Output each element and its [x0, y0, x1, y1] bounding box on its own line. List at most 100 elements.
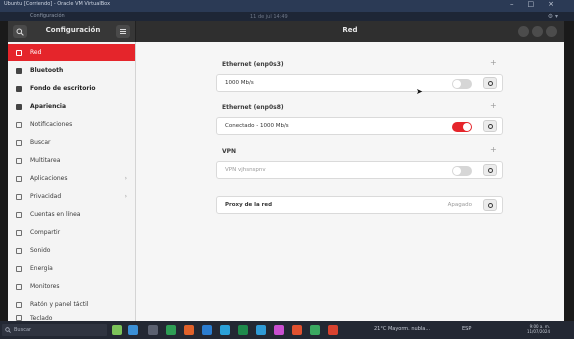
- windows-taskbar: Buscar 21°C Mayorm. nubla... ESP 9:00 a.…: [0, 321, 574, 339]
- taskbar-search[interactable]: Buscar: [2, 324, 107, 336]
- headerbar: Configuración Red: [8, 21, 564, 42]
- music-icon: [8, 247, 30, 254]
- guest-activity-tab[interactable]: Configuración: [30, 13, 65, 19]
- section-title-vpn: VPN: [222, 148, 237, 155]
- sidebar-item-label: Ratón y panel táctil: [30, 301, 89, 308]
- sidebar-item-wallpaper[interactable]: Fondo de escritorio: [8, 80, 135, 97]
- sidebar-item-label: Compartir: [30, 229, 61, 236]
- connection-toggle[interactable]: [452, 122, 472, 132]
- add-connection-button[interactable]: +: [490, 58, 497, 67]
- taskbar-app-icon[interactable]: [128, 325, 138, 335]
- chevron-right-icon: ›: [124, 175, 127, 182]
- taskbar-app-icon[interactable]: [202, 325, 212, 335]
- sidebar-item-mouse[interactable]: Ratón y panel táctil: [8, 296, 135, 313]
- sidebar-item-label: Bluetooth: [30, 67, 64, 74]
- settings-button[interactable]: [483, 199, 497, 211]
- multitask-icon: [8, 157, 30, 164]
- connection-toggle[interactable]: [452, 79, 472, 89]
- minimize-button[interactable]: [518, 26, 529, 37]
- gear-icon: [487, 123, 493, 129]
- sidebar-item-label: Aplicaciones: [30, 175, 68, 182]
- sidebar-item-share[interactable]: Compartir: [8, 224, 135, 241]
- sidebar: Red Bluetooth Fondo de escritorio Aparie…: [8, 42, 136, 322]
- taskbar-clock[interactable]: 9:00 a. m. 11/07/2024: [522, 324, 550, 334]
- settings-title: Configuración: [45, 26, 101, 34]
- vbox-window-title: Ubuntu [Corriendo] - Oracle VM VirtualBo…: [4, 1, 111, 7]
- power-icon: [8, 265, 30, 272]
- guest-top-bar: Configuración 11 de jul 14:49 ⚙ ▾: [0, 12, 574, 21]
- network-panel: Ethernet (enp0s3) + 1000 Mb/s ➤ Ethernet…: [136, 42, 564, 321]
- proxy-label: Proxy de la red: [225, 202, 273, 208]
- sidebar-item-multitask[interactable]: Multitarea: [8, 152, 135, 169]
- hamburger-line: [120, 33, 126, 34]
- cloud-icon: [8, 211, 30, 218]
- section-title-ethernet-enp0s3: Ethernet (enp0s3): [222, 61, 284, 68]
- sidebar-item-bluetooth[interactable]: Bluetooth: [8, 62, 135, 79]
- add-connection-button[interactable]: +: [490, 101, 497, 110]
- bluetooth-icon: [8, 67, 30, 74]
- vbox-window-controls[interactable]: –□×: [510, 0, 568, 8]
- sidebar-item-apps[interactable]: Aplicaciones ›: [8, 170, 135, 187]
- sidebar-item-search[interactable]: Buscar: [8, 134, 135, 151]
- sidebar-item-label: Multitarea: [30, 157, 61, 164]
- settings-button[interactable]: [483, 77, 497, 89]
- connection-row-enp0s8: Conectado - 1000 Mb/s: [216, 117, 503, 135]
- lock-icon: [8, 193, 30, 200]
- network-icon: [8, 49, 30, 56]
- sidebar-item-label: Red: [30, 49, 42, 56]
- menu-button[interactable]: [116, 25, 130, 38]
- taskbar-app-icon[interactable]: [274, 325, 284, 335]
- sidebar-item-red[interactable]: Red: [8, 44, 135, 61]
- connection-row-enp0s3: 1000 Mb/s: [216, 74, 503, 92]
- proxy-status: Apagado: [447, 202, 472, 208]
- monitor-icon: [8, 283, 30, 290]
- vpn-toggle[interactable]: [452, 166, 472, 176]
- taskbar-app-icon[interactable]: [328, 325, 338, 335]
- taskbar-app-icon[interactable]: [256, 325, 266, 335]
- search-button[interactable]: [13, 25, 27, 38]
- section-title-ethernet-enp0s8: Ethernet (enp0s8): [222, 104, 284, 111]
- sidebar-item-power[interactable]: Energía: [8, 260, 135, 277]
- hamburger-line: [120, 29, 126, 30]
- taskbar-app-icon[interactable]: [112, 325, 122, 335]
- proxy-row[interactable]: Proxy de la red Apagado: [216, 196, 503, 214]
- sidebar-item-label: Buscar: [30, 139, 51, 146]
- apps-icon: [8, 175, 30, 182]
- settings-button[interactable]: [483, 164, 497, 176]
- taskbar-app-icon[interactable]: [184, 325, 194, 335]
- taskbar-app-icon[interactable]: [148, 325, 158, 335]
- vpn-name: VPN vjhsnspnv: [225, 167, 266, 173]
- page-title: Red: [342, 26, 358, 34]
- taskbar-search-text: Buscar: [14, 327, 32, 333]
- guest-clock[interactable]: 11 de jul 14:49: [250, 14, 288, 20]
- sidebar-item-label: Fondo de escritorio: [30, 85, 96, 92]
- mouse-cursor-icon: ➤: [416, 87, 423, 96]
- sidebar-item-label: Notificaciones: [30, 121, 73, 128]
- settings-button[interactable]: [483, 120, 497, 132]
- connection-speed: 1000 Mb/s: [225, 80, 254, 86]
- close-button[interactable]: [546, 26, 557, 37]
- sidebar-item-appearance[interactable]: Apariencia: [8, 98, 135, 115]
- add-vpn-button[interactable]: +: [490, 145, 497, 154]
- sidebar-item-label: Energía: [30, 265, 53, 272]
- sidebar-item-notifications[interactable]: Notificaciones: [8, 116, 135, 133]
- mouse-icon: [8, 301, 30, 308]
- gear-icon: [487, 80, 493, 86]
- headerbar-left: Configuración: [8, 21, 136, 42]
- sidebar-item-sound[interactable]: Sonido: [8, 242, 135, 259]
- connection-status: Conectado - 1000 Mb/s: [225, 123, 289, 129]
- taskbar-app-icon[interactable]: [310, 325, 320, 335]
- taskbar-app-icon[interactable]: [220, 325, 230, 335]
- taskbar-app-icon[interactable]: [292, 325, 302, 335]
- guest-status-icons[interactable]: ⚙ ▾: [548, 13, 558, 20]
- taskbar-weather[interactable]: 21°C Mayorm. nubla...: [374, 326, 430, 332]
- taskbar-language[interactable]: ESP: [462, 326, 471, 332]
- sidebar-item-online-accounts[interactable]: Cuentas en línea: [8, 206, 135, 223]
- maximize-button[interactable]: [532, 26, 543, 37]
- taskbar-app-icon[interactable]: [238, 325, 248, 335]
- sidebar-item-privacy[interactable]: Privacidad ›: [8, 188, 135, 205]
- vpn-row: VPN vjhsnspnv: [216, 161, 503, 179]
- settings-window: Configuración Red Red Bluetooth Fondo de…: [8, 21, 564, 322]
- sidebar-item-displays[interactable]: Monitores: [8, 278, 135, 295]
- taskbar-app-icon[interactable]: [166, 325, 176, 335]
